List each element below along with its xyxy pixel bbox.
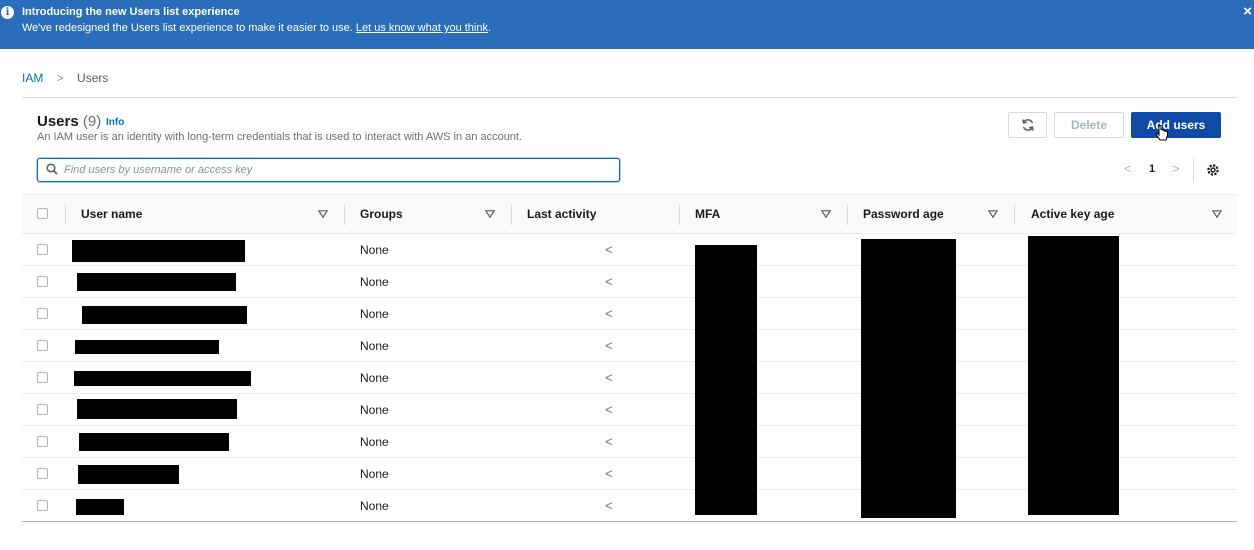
redacted-key-age-column [1028,236,1119,515]
page-title: Users (9) [37,113,101,130]
sort-down-icon[interactable] [485,210,495,218]
redacted-username [74,371,251,386]
banner-body: We've redesigned the Users list experien… [22,22,491,34]
add-users-button[interactable]: Add users [1131,112,1221,138]
groups-cell: None [360,499,389,513]
row-checkbox[interactable] [37,308,48,319]
sort-down-icon[interactable] [988,210,998,218]
redacted-password-age-column [861,239,956,518]
row-checkbox[interactable] [37,276,48,287]
sort-down-icon[interactable] [821,210,831,218]
feedback-link[interactable]: Let us know what you think [356,22,488,34]
info-link[interactable]: Info [106,117,124,128]
redacted-username [72,240,245,262]
column-header-username[interactable]: User name [81,195,142,234]
close-icon[interactable]: × [1243,3,1252,20]
row-checkbox[interactable] [37,244,48,255]
column-label: Active key age [1031,207,1115,221]
breadcrumb: IAM > Users [22,71,108,85]
sort-down-icon[interactable] [318,210,328,218]
column-header-groups[interactable]: Groups [360,195,403,234]
chevron-left-icon: < [605,434,613,449]
breadcrumb-users: Users [77,71,109,85]
redacted-username [75,340,219,354]
column-label: MFA [695,207,721,221]
search-icon [46,163,58,175]
groups-cell: None [360,275,389,289]
user-count: (9) [82,113,102,130]
chevron-left-icon: < [605,370,613,385]
divider [22,97,1237,98]
chevron-left-icon: < [605,402,613,417]
redacted-username [79,433,229,451]
refresh-button[interactable] [1008,112,1047,138]
info-banner: i Introducing the new Users list experie… [0,0,1254,49]
info-icon: i [1,6,14,19]
column-divider [679,205,680,225]
chevron-left-icon: < [605,498,613,513]
column-label: User name [81,207,143,221]
column-label: Password age [863,207,944,221]
row-checkbox[interactable] [37,436,48,447]
banner-text: We've redesigned the Users list experien… [22,22,353,34]
refresh-icon [1021,119,1034,131]
hand-cursor-icon [1155,125,1168,141]
column-header-password-age[interactable]: Password age [863,195,944,234]
groups-cell: None [360,371,389,385]
column-header-last-activity[interactable]: Last activity [527,195,596,234]
redacted-username [77,399,237,419]
chevron-left-icon: < [605,242,613,257]
next-page-button[interactable]: > [1172,161,1180,176]
column-divider [65,205,66,225]
column-divider [1014,205,1015,225]
column-label: Last activity [527,207,597,221]
page-description: An IAM user is an identity with long-ter… [37,131,523,143]
divider [1193,158,1194,182]
groups-cell: None [360,435,389,449]
table-bottom-border [22,521,1237,522]
chevron-left-icon: < [605,306,613,321]
row-checkbox[interactable] [37,500,48,511]
page-number[interactable]: 1 [1149,163,1155,175]
column-divider [511,205,512,225]
chevron-left-icon: < [605,338,613,353]
column-header-active-key-age[interactable]: Active key age [1031,195,1114,234]
row-checkbox[interactable] [37,340,48,351]
column-divider [344,205,345,225]
groups-cell: None [360,243,389,257]
search-field[interactable] [37,158,620,182]
breadcrumb-iam[interactable]: IAM [22,71,43,85]
redacted-username [77,273,236,291]
groups-cell: None [360,467,389,481]
groups-cell: None [360,339,389,353]
column-divider [847,205,848,225]
select-all-checkbox[interactable] [37,208,48,219]
row-checkbox[interactable] [37,404,48,415]
redacted-mfa-column [695,245,757,515]
groups-cell: None [360,403,389,417]
row-checkbox[interactable] [37,372,48,383]
delete-button[interactable]: Delete [1054,112,1124,138]
chevron-left-icon: < [605,274,613,289]
banner-title: Introducing the new Users list experienc… [22,6,240,18]
column-label: Groups [360,207,403,221]
gear-icon[interactable] [1206,163,1220,177]
search-input[interactable] [64,161,604,179]
chevron-left-icon: < [605,466,613,481]
row-checkbox[interactable] [37,468,48,479]
chevron-right-icon: > [56,71,64,85]
banner-trailing: . [487,22,492,34]
redacted-username [76,499,124,515]
column-header-mfa[interactable]: MFA [695,195,720,234]
groups-cell: None [360,307,389,321]
page-title-text: Users [37,113,79,130]
table-header: User name Groups Last activity MFA Passw… [22,194,1237,234]
prev-page-button[interactable]: < [1124,161,1132,176]
sort-down-icon[interactable] [1212,210,1222,218]
redacted-username [78,465,179,484]
redacted-username [82,306,247,324]
